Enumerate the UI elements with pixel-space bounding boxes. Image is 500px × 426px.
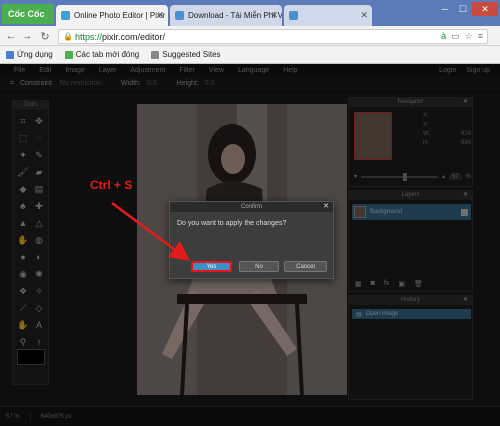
window-close-icon[interactable]: ✕ [472, 2, 498, 16]
dialog-message: Do you want to apply the changes? [177, 220, 287, 227]
reload-icon[interactable]: ↻ [38, 29, 52, 43]
dialog-titlebar: Confirm ✕ [170, 202, 333, 212]
address-bar[interactable]: 🔒 https:// pixlr.com /editor/ à ▭ ☆ ≡ [58, 29, 488, 44]
shortcut-callout: Ctrl + S [90, 178, 133, 192]
recent-tabs-icon [64, 50, 73, 59]
browser-tab-bar: Cốc Cốc Online Photo Editor | Pixlr ✕ Do… [0, 0, 500, 26]
apps-grid-icon [6, 50, 14, 59]
reader-icon[interactable]: ▭ [451, 31, 460, 42]
translate-icon[interactable]: à [441, 31, 446, 42]
confirm-dialog: Confirm ✕ Do you want to apply the chang… [169, 201, 334, 279]
bookmark-label: Các tab mới đóng [75, 50, 140, 59]
minimize-icon[interactable]: ─ [436, 2, 454, 16]
menu-icon[interactable]: ≡ [478, 31, 483, 42]
page-icon [151, 50, 160, 59]
cancel-button[interactable]: Cancel [284, 261, 327, 272]
close-tab-icon[interactable]: ✕ [360, 10, 368, 21]
close-tab-icon[interactable]: ✕ [156, 10, 164, 21]
tab-title: Download - Tải Miễn Phí V [188, 11, 282, 20]
tab-download[interactable]: Download - Tải Miễn Phí V ✕ [170, 5, 282, 26]
bookmark-recent-tabs[interactable]: Các tab mới đóng [64, 50, 140, 59]
close-tab-icon[interactable]: ✕ [270, 10, 278, 21]
window-controls: ─ ☐ ✕ [436, 2, 498, 16]
dialog-close-icon[interactable]: ✕ [323, 202, 329, 212]
forward-icon[interactable]: → [20, 29, 34, 43]
favicon-icon [289, 11, 298, 20]
no-button[interactable]: No [239, 261, 279, 272]
browser-toolbar: ← → ↻ 🔒 https:// pixlr.com /editor/ à ▭ … [0, 26, 500, 46]
url-scheme: https:// [75, 31, 103, 42]
tab-pixlr[interactable]: Online Photo Editor | Pixlr ✕ [56, 5, 168, 26]
address-bar-icons: à ▭ ☆ ≡ [441, 31, 483, 42]
url-path: /editor/ [137, 31, 166, 42]
bookmark-apps[interactable]: Ứng dụng [6, 50, 53, 59]
yes-button[interactable]: Yes [191, 261, 232, 272]
download-favicon-icon [175, 11, 184, 20]
bookmark-label: Suggested Sites [162, 50, 221, 59]
back-icon[interactable]: ← [4, 29, 18, 43]
bookmark-suggested-sites[interactable]: Suggested Sites [151, 50, 221, 59]
pixlr-favicon-icon [61, 11, 70, 20]
tab-other[interactable]: ✕ [284, 5, 372, 26]
bookmark-star-icon[interactable]: ☆ [465, 31, 473, 42]
tab-title: Online Photo Editor | Pixlr [74, 11, 166, 20]
url-domain: pixlr.com [102, 31, 138, 42]
bookmarks-bar: Ứng dụng Các tab mới đóng Suggested Site… [0, 46, 500, 64]
dialog-title: Confirm [240, 204, 262, 210]
lock-icon: 🔒 [63, 32, 73, 41]
browser-brand-logo[interactable]: Cốc Cốc [2, 4, 54, 24]
maximize-icon[interactable]: ☐ [454, 2, 472, 16]
bookmark-label: Ứng dụng [17, 50, 53, 59]
